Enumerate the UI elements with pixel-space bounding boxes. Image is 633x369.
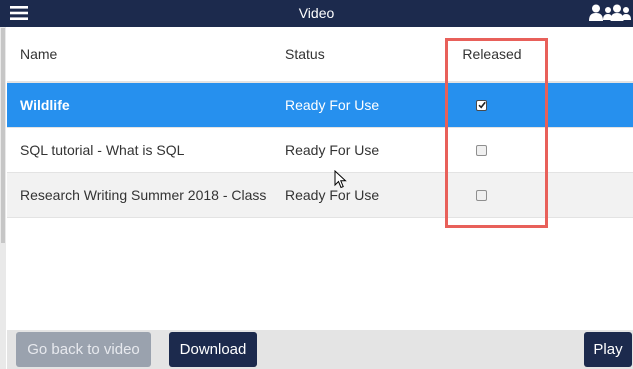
- play-button[interactable]: Play: [584, 332, 632, 367]
- released-checkbox-cell: [462, 83, 500, 127]
- users-group-icon[interactable]: [603, 4, 631, 26]
- left-scrollbar[interactable]: [0, 0, 6, 369]
- bottom-action-bar: Go back to video Download Play: [7, 330, 633, 369]
- user-controls: [589, 4, 631, 22]
- column-header-status[interactable]: Status: [285, 27, 435, 81]
- released-checkbox-cell: [462, 128, 500, 172]
- page-title: Video: [298, 5, 335, 21]
- video-table: Name Status Released Wildlife Ready For …: [7, 27, 633, 218]
- released-checkbox-cell: [462, 173, 500, 217]
- row-status: Ready For Use: [285, 187, 380, 203]
- column-header-released[interactable]: Released: [457, 27, 527, 81]
- go-back-button[interactable]: Go back to video: [16, 332, 151, 367]
- scrollbar-thumb[interactable]: [1, 28, 5, 243]
- column-header-name[interactable]: Name: [20, 27, 275, 81]
- table-row[interactable]: SQL tutorial - What is SQL Ready For Use: [7, 128, 633, 173]
- table-row[interactable]: Wildlife Ready For Use: [7, 83, 633, 128]
- user-icon[interactable]: [589, 4, 603, 26]
- row-status: Ready For Use: [285, 142, 380, 158]
- download-button[interactable]: Download: [169, 332, 257, 367]
- video-release-panel: Video Name Status Released Wildlife Read…: [0, 0, 633, 369]
- row-name: Research Writing Summer 2018 - Class: [20, 187, 267, 203]
- table-header: Name Status Released: [7, 27, 633, 83]
- top-navigation-bar: Video: [0, 0, 633, 27]
- row-name: Wildlife: [20, 97, 70, 113]
- checkmark-icon: [477, 101, 486, 108]
- released-checkbox[interactable]: [475, 144, 487, 156]
- table-row[interactable]: Research Writing Summer 2018 - Class Rea…: [7, 173, 633, 218]
- released-checkbox[interactable]: [475, 189, 487, 201]
- row-name: SQL tutorial - What is SQL: [20, 142, 185, 158]
- row-status: Ready For Use: [285, 97, 380, 113]
- released-checkbox[interactable]: [475, 99, 487, 111]
